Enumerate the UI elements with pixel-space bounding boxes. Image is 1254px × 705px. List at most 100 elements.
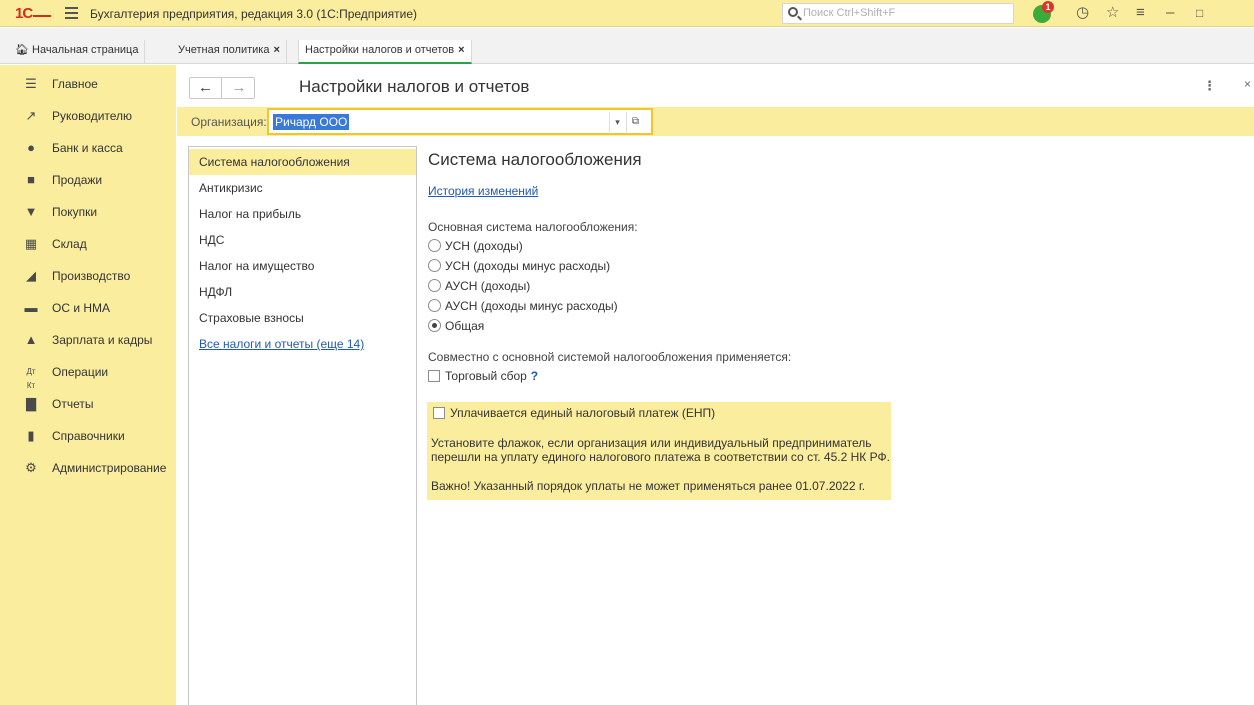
app-title: Бухгалтерия предприятия, редакция 3.0 (1…	[90, 7, 418, 21]
radio-icon	[428, 239, 441, 252]
sidebar-item-catalogs[interactable]: ▮ Справочники	[0, 425, 176, 449]
more-options-icon[interactable]: ⋮	[1203, 78, 1216, 94]
enp-info-line-2: перешли на уплату единого налогового пла…	[431, 450, 890, 464]
combined-label: Совместно с основной системой налогообло…	[428, 350, 792, 364]
menu-icon: ☰	[25, 76, 37, 91]
checkbox-icon	[433, 407, 445, 419]
close-tab-icon[interactable]: ×	[273, 44, 279, 56]
section-label: НДС	[199, 233, 225, 247]
all-taxes-link-row: Все налоги и отчеты (еще 14)	[189, 331, 416, 357]
logo-underline	[33, 15, 51, 17]
dt-kt-icon: Дт Кт	[26, 367, 36, 390]
sidebar-item-admin[interactable]: ⚙ Администрирование	[0, 457, 176, 481]
all-taxes-link[interactable]: Все налоги и отчеты (еще 14)	[199, 337, 364, 351]
sidebar-item-operations[interactable]: Дт Кт Операции	[0, 361, 176, 390]
sidebar-item-fixed-assets[interactable]: ▬ ОС и НМА	[0, 297, 176, 321]
organization-field[interactable]: Ричард ООО ▾ ⧉	[267, 108, 653, 135]
section-personal-income-tax[interactable]: НДФЛ	[189, 279, 416, 305]
forward-arrow-icon[interactable]: →	[223, 78, 255, 98]
minimize-icon[interactable]: –	[1166, 5, 1174, 21]
organization-bar: Организация: Ричард ООО ▾ ⧉	[177, 107, 1254, 136]
enp-info-panel: Уплачивается единый налоговый платеж (ЕН…	[427, 402, 891, 500]
close-tab-icon[interactable]: ×	[458, 44, 464, 56]
section-label: Антикризис	[199, 181, 263, 195]
section-label: НДФЛ	[199, 285, 233, 299]
settings-menu-icon[interactable]: ≡	[1136, 5, 1145, 21]
factory-icon: ◢	[26, 268, 36, 283]
section-anticrisis[interactable]: Антикризис	[189, 175, 416, 201]
coin-icon: ●	[27, 140, 35, 155]
home-icon: 🏠︎	[15, 44, 29, 56]
sidebar-item-label: Продажи	[52, 173, 103, 187]
section-tax-system[interactable]: Система налогообложения	[189, 149, 416, 175]
bar-chart-icon: ▇	[26, 396, 36, 411]
section-vat[interactable]: НДС	[189, 227, 416, 253]
close-icon[interactable]: ×	[1244, 77, 1251, 91]
tab-home[interactable]: 🏠︎ Начальная страница	[9, 40, 146, 64]
sidebar-item-purchases[interactable]: ▼ Покупки	[0, 201, 176, 225]
section-insurance[interactable]: Страховые взносы	[189, 305, 416, 331]
sidebar-item-salary[interactable]: ▲ Зарплата и кадры	[0, 329, 176, 353]
enp-checkbox-label: Уплачивается единый налоговый платеж (ЕН…	[450, 406, 716, 420]
notification-badge: 1	[1042, 1, 1054, 13]
sidebar-item-label: Администрирование	[52, 461, 167, 475]
sidebar-item-label: Банк и касса	[52, 141, 123, 155]
radio-label: УСН (доходы)	[445, 239, 523, 253]
tab-accounting-policy[interactable]: Учетная политика ×	[172, 40, 287, 64]
warehouse-icon: ▦	[24, 236, 38, 251]
bag-icon: ■	[27, 172, 35, 187]
sidebar-item-director[interactable]: ↗ Руководителю	[0, 105, 176, 129]
history-link[interactable]: История изменений	[428, 184, 538, 198]
tab-tax-settings[interactable]: Настройки налогов и отчетов ×	[298, 40, 472, 64]
section-property-tax[interactable]: Налог на имущество	[189, 253, 416, 279]
content-title: Система налогообложения	[428, 150, 642, 169]
sidebar-item-warehouse[interactable]: ▦ Склад	[0, 233, 176, 257]
settings-sections-list: Система налогообложения Антикризис Налог…	[188, 146, 417, 705]
search-input[interactable]: Поиск Ctrl+Shift+F	[782, 3, 1014, 24]
main-menu-icon[interactable]	[65, 7, 78, 22]
book-icon: ▮	[27, 428, 35, 443]
enp-warning: Важно! Указанный порядок уплаты не может…	[431, 479, 866, 493]
sidebar-item-sales[interactable]: ■ Продажи	[0, 169, 176, 193]
main-system-label: Основная система налогообложения:	[428, 220, 638, 234]
tab-label: Настройки налогов и отчетов	[305, 44, 455, 56]
sidebar-item-label: Отчеты	[52, 397, 94, 411]
sidebar-item-label: ОС и НМА	[52, 301, 111, 315]
app-logo: 1С	[15, 5, 33, 22]
radio-icon	[428, 299, 441, 312]
sidebar: ☰ Главное ↗ Руководителю ● Банк и касса …	[0, 65, 176, 705]
sidebar-item-production[interactable]: ◢ Производство	[0, 265, 176, 289]
sidebar-item-main[interactable]: ☰ Главное	[0, 73, 176, 97]
search-icon	[788, 7, 798, 17]
radio-icon	[428, 279, 441, 292]
sidebar-item-label: Зарплата и кадры	[52, 333, 153, 347]
section-profit-tax[interactable]: Налог на прибыль	[189, 201, 416, 227]
truck-icon: ▬	[24, 300, 38, 315]
sidebar-item-reports[interactable]: ▇ Отчеты	[0, 393, 176, 417]
history-icon[interactable]: ◷	[1076, 5, 1089, 21]
help-icon[interactable]: ?	[531, 369, 538, 383]
star-icon[interactable]: ☆	[1106, 5, 1119, 21]
section-label: Страховые взносы	[199, 311, 304, 325]
dropdown-arrow-icon[interactable]: ▾	[609, 112, 625, 132]
sidebar-item-label: Главное	[52, 77, 98, 91]
radio-label: Общая	[445, 319, 485, 333]
sidebar-item-label: Производство	[52, 269, 131, 283]
back-arrow-icon[interactable]: ←	[190, 78, 222, 98]
page-title: Настройки налогов и отчетов	[299, 77, 530, 96]
tab-bar: 🏠︎ Начальная страница Учетная политика × …	[0, 28, 1254, 64]
open-item-icon[interactable]: ⧉	[626, 112, 644, 132]
tab-label: Начальная страница	[32, 44, 139, 56]
sidebar-item-label: Руководителю	[52, 109, 133, 123]
section-label: Система налогообложения	[199, 155, 350, 169]
maximize-icon[interactable]: □	[1196, 5, 1203, 21]
radio-label: АУСН (доходы)	[445, 279, 531, 293]
person-icon: ▲	[24, 332, 38, 347]
tab-label: Учетная политика	[178, 44, 270, 56]
sidebar-item-label: Покупки	[52, 205, 98, 219]
sidebar-item-bank[interactable]: ● Банк и касса	[0, 137, 176, 161]
checkbox-icon	[428, 370, 440, 382]
navigation-buttons: ← →	[189, 77, 255, 99]
radio-selected-icon	[428, 319, 441, 332]
radio-label: АУСН (доходы минус расходы)	[445, 299, 618, 313]
